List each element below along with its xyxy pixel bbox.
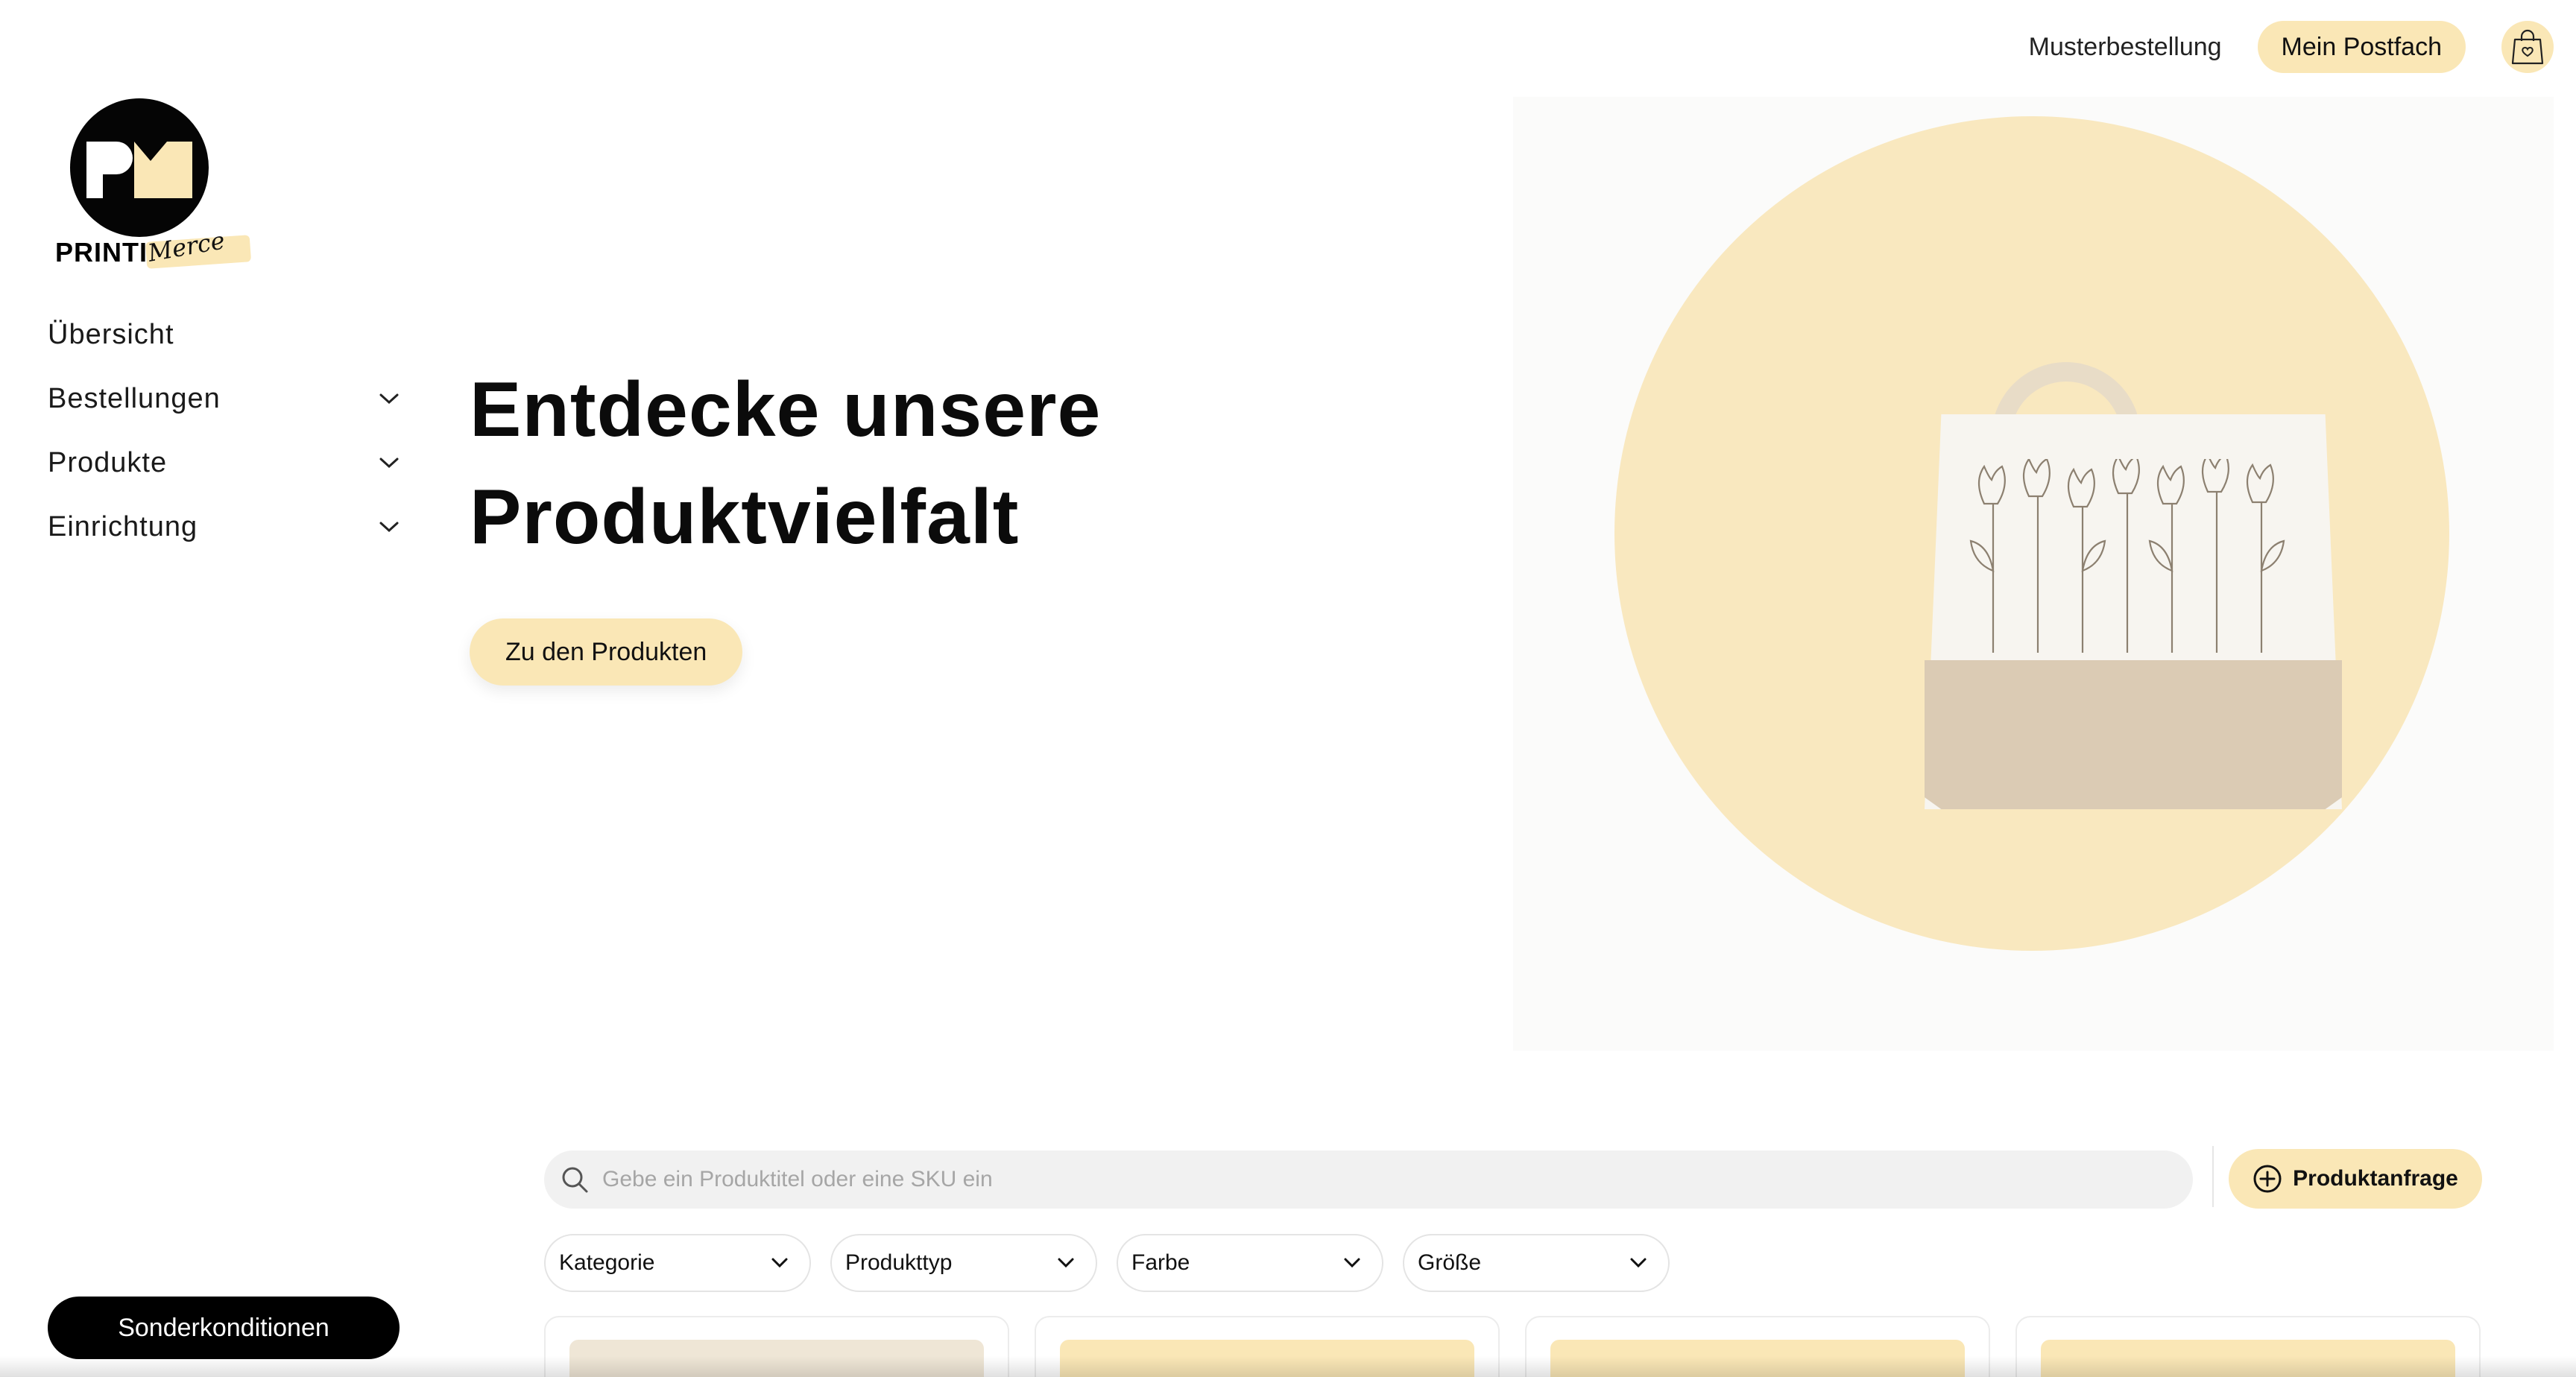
chevron-down-icon[interactable] <box>373 510 405 543</box>
filter-label: Kategorie <box>559 1250 655 1275</box>
sidebar-item-label: Übersicht <box>48 318 174 350</box>
hero-title-line1: Entdecke unsere <box>470 367 1102 453</box>
brand-logo[interactable]: PRINTI Merce <box>52 95 252 282</box>
shopping-bag-icon[interactable] <box>2501 21 2554 73</box>
sidebar-nav: Übersicht Bestellungen Produkte Einricht… <box>48 303 405 559</box>
chevron-down-icon[interactable] <box>373 446 405 479</box>
filter-produkttyp[interactable]: Produkttyp <box>830 1234 1097 1292</box>
product-request-button[interactable]: Produktanfrage <box>2229 1149 2482 1209</box>
hero-title-line2: Produktvielfalt <box>470 474 1020 560</box>
tulip-print-icon <box>1969 459 2285 653</box>
chevron-down-icon <box>1058 1258 1074 1268</box>
chevron-down-icon[interactable] <box>373 382 405 415</box>
filter-label: Farbe <box>1131 1250 1190 1275</box>
tote-bag-image <box>1925 362 2342 809</box>
inbox-button[interactable]: Mein Postfach <box>2257 21 2466 73</box>
bottom-shadow <box>0 1356 2576 1377</box>
product-request-label: Produktanfrage <box>2293 1166 2458 1191</box>
filter-label: Produkttyp <box>845 1250 953 1275</box>
logo-mark <box>70 98 209 237</box>
hero-circle <box>1614 116 2449 951</box>
filter-bar: Kategorie Produkttyp Farbe Größe <box>544 1234 1670 1292</box>
special-conditions-button[interactable]: Sonderkonditionen <box>48 1297 400 1359</box>
sample-order-link[interactable]: Musterbestellung <box>2029 33 2222 62</box>
sidebar-item-label: Produkte <box>48 446 168 478</box>
sidebar-item-einrichtung[interactable]: Einrichtung <box>48 495 405 559</box>
tote-bottom <box>1925 660 2342 809</box>
hero-image <box>1513 97 2554 1051</box>
to-products-button[interactable]: Zu den Produkten <box>470 618 743 686</box>
product-search <box>544 1150 2193 1209</box>
sidebar: PRINTI Merce Übersicht Bestellungen Prod… <box>0 0 417 1377</box>
sidebar-item-label: Einrichtung <box>48 510 198 542</box>
chevron-down-icon <box>771 1258 788 1268</box>
search-input[interactable] <box>602 1167 2193 1192</box>
chevron-down-icon <box>1630 1258 1647 1268</box>
logo-text: PRINTI <box>55 237 148 268</box>
sidebar-item-label: Bestellungen <box>48 382 221 414</box>
filter-groesse[interactable]: Größe <box>1403 1234 1670 1292</box>
chevron-down-icon <box>1344 1258 1360 1268</box>
pm-monogram-icon <box>86 142 192 198</box>
divider <box>2212 1146 2214 1207</box>
filter-farbe[interactable]: Farbe <box>1117 1234 1383 1292</box>
sidebar-item-bestellungen[interactable]: Bestellungen <box>48 367 405 431</box>
search-icon <box>562 1167 588 1193</box>
filter-label: Größe <box>1418 1250 1482 1275</box>
filter-kategorie[interactable]: Kategorie <box>544 1234 811 1292</box>
sidebar-item-produkte[interactable]: Produkte <box>48 431 405 495</box>
hero-title: Entdecke unsere Produktvielfalt <box>470 356 1101 571</box>
top-bar: Musterbestellung Mein Postfach <box>2029 21 2554 73</box>
plus-circle-icon <box>2253 1165 2282 1193</box>
sidebar-item-uebersicht[interactable]: Übersicht <box>48 303 405 367</box>
